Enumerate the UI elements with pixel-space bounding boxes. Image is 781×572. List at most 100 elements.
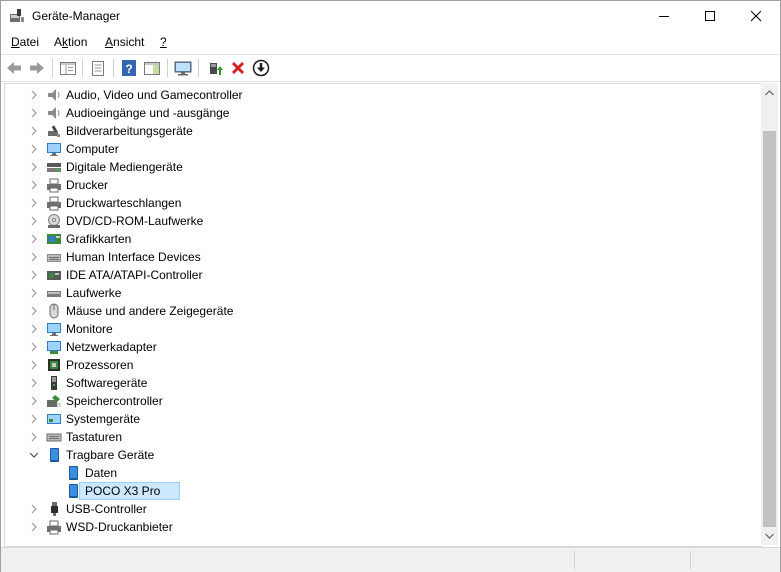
chevron-right-icon[interactable] [27,340,41,354]
device-manager-icon [9,8,25,24]
chevron-right-icon[interactable] [27,178,41,192]
tree-node[interactable]: DVD/CD-ROM-Laufwerke [5,212,762,230]
tree-node-label: Grafikkarten [66,232,132,246]
chevron-right-icon[interactable] [27,214,41,228]
tree-node-label: Audioeingänge und -ausgänge [66,106,230,120]
ide-controller-icon [47,271,61,280]
title-bar[interactable]: Geräte-Manager [1,1,780,32]
tree-node[interactable]: Speichercontroller [5,392,762,410]
tree-node-label: Human Interface Devices [66,250,201,264]
system-device-icon [47,414,61,424]
chevron-down-icon[interactable] [27,448,41,462]
chevron-right-icon[interactable] [27,304,41,318]
chevron-right-icon[interactable] [27,124,41,138]
tree-node[interactable]: Digitale Mediengeräte [5,158,762,176]
printer-icon [47,178,61,193]
tree-node[interactable]: Human Interface Devices [5,248,762,266]
tree-node[interactable]: Druckwarteschlangen [5,194,762,212]
update-driver-icon [210,63,223,75]
scan-hardware-button[interactable] [173,58,193,78]
chevron-right-icon[interactable] [27,412,41,426]
scroll-down-arrow-icon[interactable] [765,531,774,540]
tree-node[interactable]: Monitore [5,320,762,338]
chevron-right-icon[interactable] [27,520,41,534]
menu-aktion[interactable]: Aktion [54,35,87,49]
close-button[interactable] [734,1,780,32]
chevron-right-icon[interactable] [27,394,41,408]
status-bar [1,547,780,572]
display-adapter-icon [47,234,61,244]
mouse-icon [49,303,59,319]
tree-node[interactable]: Tragbare Geräte [5,446,762,464]
portable-device-icon [50,448,59,462]
tree-node[interactable]: Mäuse und andere Zeigegeräte [5,302,762,320]
action-pane-button[interactable] [142,58,162,78]
chevron-right-icon[interactable] [27,88,41,102]
menu-datei[interactable]: Datei [11,35,39,49]
scrollbar-thumb[interactable] [763,131,776,527]
tree-node-label: WSD-Druckanbieter [66,520,173,534]
disc-drive-icon [48,214,60,228]
minimize-button[interactable] [642,1,688,32]
tree-node-label: Drucker [66,178,109,192]
chevron-right-icon[interactable] [27,106,41,120]
device-tree[interactable]: Audio, Video und Gamecontroller Audioeing… [4,83,762,547]
minimize-icon [659,16,669,17]
chevron-right-icon[interactable] [27,376,41,390]
tree-node[interactable]: Systemgeräte [5,410,762,428]
tree-node[interactable]: Prozessoren [5,356,762,374]
tree-node[interactable]: Tastaturen [5,428,762,446]
menu-ansicht[interactable]: Ansicht [105,35,144,49]
chevron-right-icon[interactable] [27,160,41,174]
tree-node-label: Computer [66,142,119,156]
tree-node[interactable]: Audioeingänge und -ausgänge [5,104,762,122]
svg-text:?: ? [125,62,132,76]
status-pane [690,551,691,569]
chevron-right-icon[interactable] [27,232,41,246]
properties-button[interactable] [88,58,108,78]
back-button[interactable] [4,58,24,78]
scroll-up-arrow-icon[interactable] [765,89,774,98]
show-hide-console-tree-icon [60,62,76,75]
tree-node[interactable]: Softwaregeräte [5,374,762,392]
toolbar-separator [167,59,168,77]
uninstall-device-button[interactable] [228,58,248,78]
tree-node[interactable]: Bildverarbeitungsgeräte [5,122,762,140]
chevron-right-icon[interactable] [27,286,41,300]
tree-node-label: Laufwerke [66,286,122,300]
network-adapter-icon [47,341,61,354]
tree-node[interactable]: WSD-Druckanbieter [5,518,762,536]
uninstall-device-icon [231,61,245,75]
chevron-right-icon[interactable] [27,196,41,210]
chevron-right-icon[interactable] [27,358,41,372]
tree-node[interactable]: POCO X3 Pro [5,482,762,500]
tree-node-label: Digitale Mediengeräte [66,160,183,174]
tree-node[interactable]: Drucker [5,176,762,194]
chevron-right-icon[interactable] [27,430,41,444]
tree-node[interactable]: IDE ATA/ATAPI-Controller [5,266,762,284]
tree-node[interactable]: Laufwerke [5,284,762,302]
vertical-scrollbar[interactable] [761,83,778,545]
tree-node[interactable]: Netzwerkadapter [5,338,762,356]
tree-node-label: Druckwarteschlangen [66,196,182,210]
chevron-right-icon[interactable] [27,142,41,156]
toolbar-separator [52,59,53,77]
chevron-right-icon[interactable] [27,502,41,516]
tree-node[interactable]: Computer [5,140,762,158]
help-button[interactable]: ? [119,58,139,78]
tree-node[interactable]: Daten [5,464,762,482]
chevron-right-icon[interactable] [27,268,41,282]
chevron-right-icon[interactable] [27,250,41,264]
console-tree-button[interactable] [58,58,78,78]
chevron-right-icon[interactable] [27,322,41,336]
forward-button[interactable] [27,58,47,78]
tree-node[interactable]: Grafikkarten [5,230,762,248]
tree-node[interactable]: USB-Controller [5,500,762,518]
close-icon [751,11,762,22]
menu-help[interactable]: ? [160,35,167,49]
update-driver-button[interactable] [205,58,225,78]
toolbar-separator [113,59,114,77]
maximize-button[interactable] [688,1,734,32]
tree-node[interactable]: Audio, Video und Gamecontroller [5,86,762,104]
download-button[interactable] [251,58,271,78]
